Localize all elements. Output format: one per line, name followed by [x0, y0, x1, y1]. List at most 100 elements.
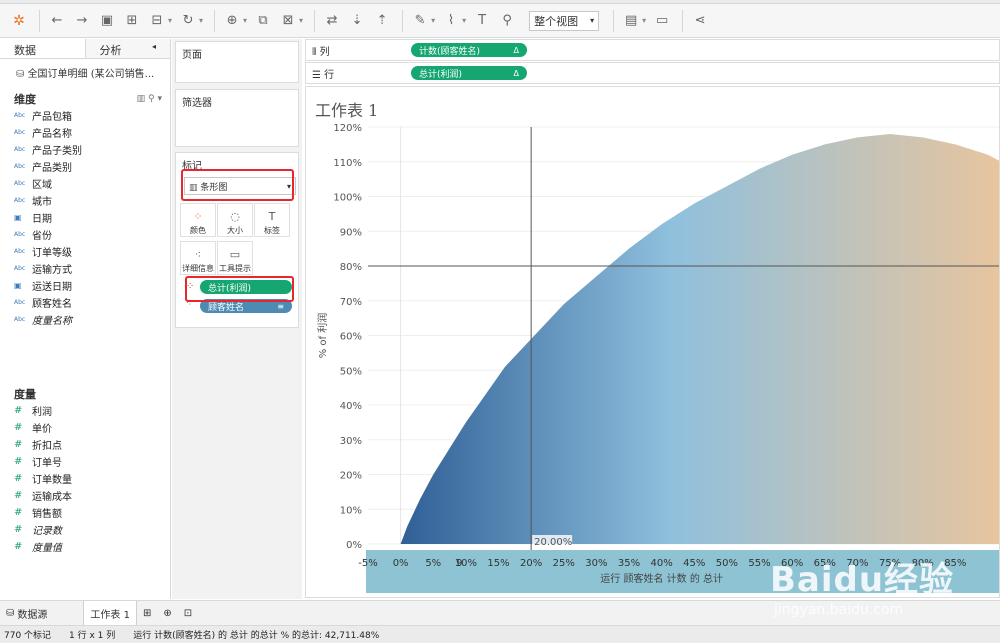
pages-title: 页面 [182, 50, 202, 61]
dimension-field[interactable]: ▣ 日期 [0, 209, 170, 226]
rows-pill[interactable]: 总计(利润) Δ [411, 66, 527, 80]
tooltip-label: 工具提示 [219, 264, 251, 273]
measure-field[interactable]: # 单价 [0, 419, 170, 436]
x-tick-label: 15% [487, 558, 509, 569]
sort-descending-icon[interactable]: ⇡ [371, 10, 393, 32]
view-size-select[interactable]: 整个视图 ▾ [529, 10, 600, 31]
pages-card[interactable]: 页面 [175, 41, 299, 83]
dimension-field[interactable]: Abc 订单等级 [0, 243, 170, 260]
measure-field-label: 记录数 [32, 526, 62, 537]
columns-shelf[interactable]: ⦀ 列 计数(顾客姓名) Δ [305, 39, 1000, 61]
presentation-icon[interactable]: ▭ [651, 10, 673, 32]
measure-field[interactable]: # 利润 [0, 402, 170, 419]
dimension-field[interactable]: Abc 运输方式 [0, 260, 170, 277]
new-story-icon[interactable]: ⊡ [178, 601, 198, 625]
group-icon[interactable]: ⌇ [440, 10, 462, 32]
dimension-field[interactable]: Abc 顾客姓名 [0, 294, 170, 311]
dimension-field[interactable]: ▣ 运送日期 [0, 277, 170, 294]
dimension-field-label: 产品名称 [32, 129, 72, 140]
number-type-icon: # [14, 541, 23, 552]
y-tick-label: 80% [340, 262, 362, 273]
sort-ascending-icon[interactable]: ⇣ [346, 10, 368, 32]
sheet-tab-1[interactable]: 工作表 1 [83, 601, 137, 625]
pin-icon[interactable]: ⚲ [496, 10, 518, 32]
filters-title: 筛选器 [182, 98, 212, 109]
measure-field[interactable]: # 订单数量 [0, 470, 170, 487]
columns-pill[interactable]: 计数(顾客姓名) Δ [411, 43, 527, 57]
datasource-icon: ⛁ [6, 607, 15, 619]
x-tick-label: 25% [553, 558, 575, 569]
detail-button[interactable]: ⁖ 详细信息 [180, 241, 216, 275]
forward-icon[interactable]: → [71, 10, 93, 32]
tab-analysis[interactable]: 分析 ◂ [84, 39, 170, 58]
back-icon[interactable]: ← [46, 10, 68, 32]
tableau-logo-icon[interactable]: ✲ [8, 10, 30, 32]
rows-shelf[interactable]: ☰ 行 总计(利润) Δ [305, 62, 1000, 84]
detail-icon: ⁖ [194, 248, 202, 261]
new-worksheet-icon[interactable]: ⊞ [137, 601, 157, 625]
dimension-field-label: 顾客姓名 [32, 299, 72, 310]
measure-field[interactable]: # 订单号 [0, 453, 170, 470]
measure-field[interactable]: # 销售额 [0, 504, 170, 521]
label-button[interactable]: T 标签 [254, 203, 290, 237]
measure-field[interactable]: # 运输成本 [0, 487, 170, 504]
dimension-field[interactable]: Abc 区域 [0, 175, 170, 192]
measure-field[interactable]: # 记录数 [0, 521, 170, 538]
dimension-field-label: 订单等级 [32, 248, 72, 259]
collapse-icon[interactable]: ◂ [152, 42, 156, 55]
bars-area [400, 133, 999, 544]
new-datasource-icon[interactable]: ⊞ [121, 10, 143, 32]
y-tick-label: 60% [340, 332, 362, 343]
save-icon[interactable]: ▣ [96, 10, 118, 32]
dimension-field[interactable]: Abc 产品包箱 [0, 107, 170, 124]
dimension-field-label: 度量名称 [32, 316, 72, 327]
dimension-field[interactable]: Abc 城市 [0, 192, 170, 209]
dimensions-title: 维度 [14, 93, 36, 106]
string-type-icon: Abc [14, 265, 26, 272]
new-dashboard-icon[interactable]: ⊕ [157, 601, 177, 625]
color-icon: ⁘ [193, 210, 203, 223]
pause-updates-icon[interactable]: ⊟ [146, 10, 168, 32]
datasource-tab-label: 数据源 [17, 609, 48, 621]
duplicate-sheet-icon[interactable]: ⧉ [252, 10, 274, 32]
datasource-item[interactable]: ⛁ 全国订单明细 (某公司销售... [0, 59, 170, 81]
number-type-icon: # [14, 456, 23, 467]
size-button[interactable]: ◌ 大小 [217, 203, 253, 237]
swap-icon[interactable]: ⇄ [321, 10, 343, 32]
measure-field[interactable]: # 度量值 [0, 538, 170, 555]
detail-label: 详细信息 [182, 264, 214, 273]
tab-data[interactable]: 数据 [0, 39, 85, 58]
status-rows-cols: 1 行 x 1 列 [69, 631, 116, 641]
measure-field[interactable]: # 折扣点 [0, 436, 170, 453]
dimension-field-label: 区域 [32, 180, 52, 191]
dimension-field[interactable]: Abc 产品名称 [0, 124, 170, 141]
y-tick-label: 20% [340, 471, 362, 482]
string-type-icon: Abc [14, 129, 26, 136]
mark-buttons: ⁘ 颜色 ◌ 大小 T 标签 ⁖ 详细信息 ▭ 工具提示 [180, 203, 296, 279]
x-tick-label: 75% [879, 558, 901, 569]
text-icon: T [268, 210, 276, 223]
dimension-field[interactable]: Abc 产品子类别 [0, 141, 170, 158]
x-tick-label: 30% [585, 558, 607, 569]
clear-sheet-icon[interactable]: ⊠ [277, 10, 299, 32]
x-tick-label: 85% [944, 558, 966, 569]
label-icon[interactable]: T [471, 10, 493, 32]
refresh-icon[interactable]: ↻ [177, 10, 199, 32]
view-mode-icon[interactable]: ▥ [137, 94, 146, 104]
highlight-icon[interactable]: ✎ [409, 10, 431, 32]
tooltip-icon: ▭ [229, 248, 241, 261]
show-cards-icon[interactable]: ▤ [620, 10, 642, 32]
datasource-tab[interactable]: ⛁ 数据源 [0, 601, 53, 625]
share-icon[interactable]: ⋖ [689, 10, 711, 32]
string-type-icon: Abc [14, 316, 26, 323]
color-button[interactable]: ⁘ 颜色 [180, 203, 216, 237]
tooltip-button[interactable]: ▭ 工具提示 [217, 241, 253, 275]
dimension-field[interactable]: Abc 度量名称 [0, 311, 170, 328]
search-icon[interactable]: ⚲ [148, 94, 155, 104]
filters-card[interactable]: 筛选器 [175, 89, 299, 147]
columns-label: 列 [319, 46, 330, 58]
dimension-field[interactable]: Abc 产品类别 [0, 158, 170, 175]
dimension-field[interactable]: Abc 省份 [0, 226, 170, 243]
chevron-down-icon[interactable]: ▾ [157, 94, 162, 104]
new-sheet-icon[interactable]: ⊕ [221, 10, 243, 32]
